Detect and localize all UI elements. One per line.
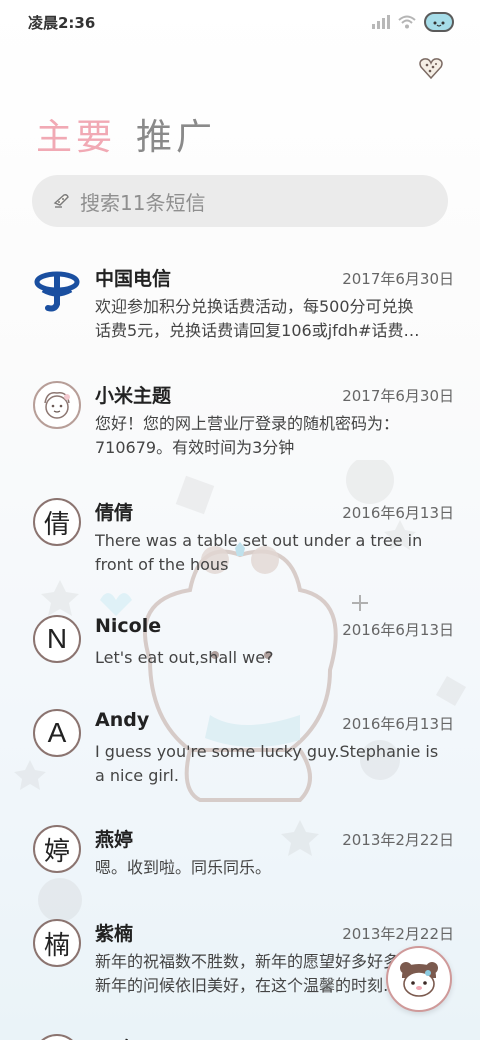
message-date: 2017年6月30日: [342, 387, 454, 405]
sender-name: Nicole: [95, 615, 162, 637]
sender-name: 倩倩: [95, 502, 134, 524]
tab-bar: 主要 推广: [36, 108, 216, 160]
message-preview: 欢迎参加积分兑换话费活动，每500分可兑换 话费5元，兑换话费请回复106或jf…: [95, 297, 420, 340]
status-time: 凌晨2:36: [28, 13, 96, 32]
message-date: 2013年2月22日: [342, 925, 454, 943]
message-preview: 嗯。收到啦。同乐同乐。: [95, 858, 272, 877]
message-preview: I guess you're some lucky guy.Stephanie …: [95, 742, 439, 785]
avatar: [33, 1034, 81, 1040]
battery-icon: [424, 12, 454, 32]
bear-compose-icon: [400, 962, 438, 997]
sender-name: Andy: [95, 709, 150, 731]
message-date: 2013年2月22日: [342, 831, 454, 849]
sender-name: 中国电信: [95, 268, 172, 290]
message-preview: 您好！您的网上营业厅登录的随机密码为： 710679。有效时间为3分钟: [95, 414, 400, 457]
search-bar[interactable]: 搜索11条短信: [32, 175, 448, 227]
message-preview: There was a table set out under a tree i…: [95, 531, 423, 574]
sender-name: 小米主题: [95, 385, 172, 407]
message-row[interactable]: A Andy 2016年6月13日 I guess you're some lu…: [0, 695, 480, 795]
signal-icon: [372, 15, 390, 29]
message-preview: 新年的祝福数不胜数，新年的愿望好多好多， 新年的问候依旧美好，在这个温馨的时刻…: [95, 952, 415, 995]
status-bar: 凌晨2:36: [0, 0, 480, 44]
xiaomi-theme-avatar-icon: [44, 391, 70, 419]
message-date: 2016年6月13日: [342, 715, 454, 733]
avatar: 倩: [33, 498, 81, 546]
search-icon: [53, 194, 69, 208]
avatar: A: [33, 709, 81, 757]
status-icons: [372, 12, 454, 32]
message-row[interactable]: 婷 燕婷 2013年2月22日 嗯。收到啦。同乐同乐。: [0, 811, 480, 911]
message-row[interactable]: 倩 倩倩 2016年6月13日 There was a table set ou…: [0, 484, 480, 584]
tab-promotions[interactable]: 推广: [136, 108, 216, 160]
message-date: 2016年6月13日: [342, 621, 454, 639]
avatar: 婷: [33, 825, 81, 873]
message-date: 2016年6月13日: [342, 504, 454, 522]
cookie-heart-icon[interactable]: [418, 55, 444, 81]
sender-name: 燕婷: [95, 829, 134, 851]
message-row[interactable]: 小米主题 2017年6月30日 您好！您的网上营业厅登录的随机密码为： 7106…: [0, 367, 480, 467]
avatar: 楠: [33, 919, 81, 967]
avatar: N: [33, 615, 81, 663]
tab-primary[interactable]: 主要: [36, 108, 116, 160]
china-telecom-logo-icon: [34, 271, 80, 312]
search-placeholder: 搜索11条短信: [80, 190, 206, 215]
message-date: 2017年6月30日: [342, 270, 454, 288]
avatar: [33, 264, 81, 312]
compose-button[interactable]: [386, 946, 452, 1012]
message-row[interactable]: N Nicole 2016年6月13日 Let's eat out,shall …: [0, 601, 480, 701]
sender-name: 紫楠: [95, 923, 134, 945]
message-preview: Let's eat out,shall we?: [95, 648, 274, 667]
avatar: [33, 381, 81, 429]
message-row[interactable]: 子玲: [0, 1020, 480, 1040]
wifi-icon: [398, 15, 416, 29]
sender-name: 子玲: [95, 1034, 133, 1040]
message-row[interactable]: 中国电信 2017年6月30日 欢迎参加积分兑换话费活动，每500分可兑换 话费…: [0, 250, 480, 350]
